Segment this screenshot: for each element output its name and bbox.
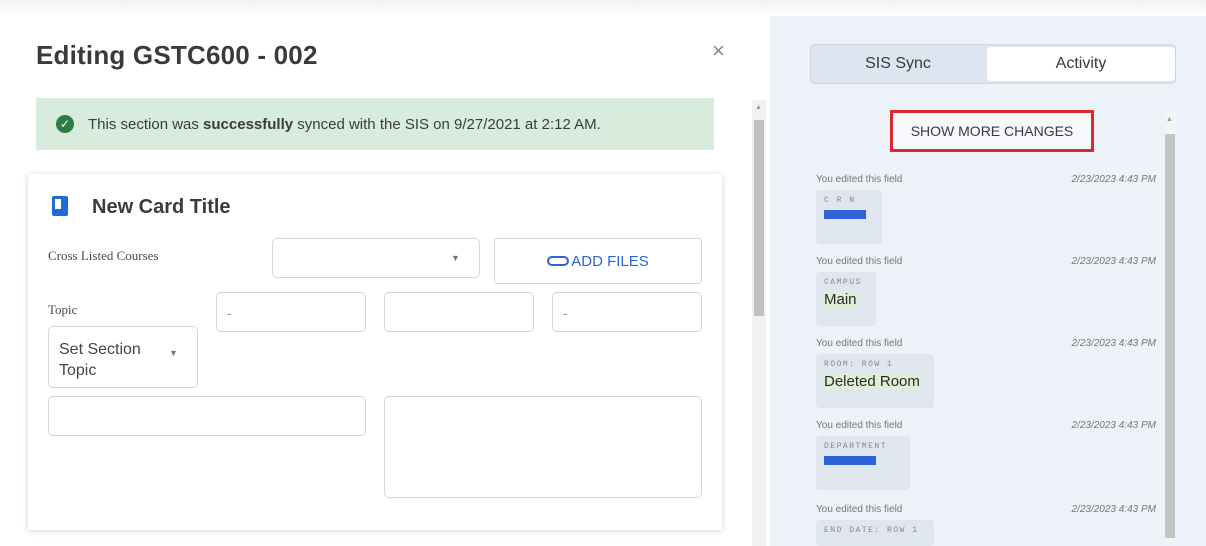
- entry-action: You edited this field: [816, 504, 903, 515]
- entry-action: You edited this field: [816, 420, 903, 431]
- field-change-chip: DEPARTMENT: [816, 436, 910, 490]
- activity-panel: SIS Sync Activity SHOW MORE CHANGES ▲ Yo…: [770, 16, 1206, 546]
- book-icon: [52, 196, 68, 216]
- field-value: Deleted Room: [824, 373, 920, 390]
- entry-action: You edited this field: [816, 256, 903, 267]
- topic-label: Topic: [48, 302, 78, 317]
- redacted-value: [824, 210, 866, 219]
- scroll-up-icon[interactable]: ▲: [1166, 116, 1173, 123]
- textarea[interactable]: [384, 396, 702, 498]
- tab-activity[interactable]: Activity: [987, 47, 1175, 81]
- top-shade: [0, 0, 1206, 16]
- feed-scroll-thumb[interactable]: [1165, 134, 1175, 538]
- chevron-down-icon: ▼: [451, 253, 460, 263]
- banner-text-pre: This section was: [88, 115, 204, 133]
- field-change-chip: C R N: [816, 190, 882, 244]
- field-name: ROOM: ROW 1: [824, 360, 894, 369]
- activity-entry-header: You edited this field 2/23/2023 4:43 PM: [816, 174, 1156, 185]
- panel-tabs: SIS Sync Activity: [810, 44, 1176, 84]
- text-input[interactable]: [48, 396, 366, 436]
- field-value: Main: [824, 291, 857, 308]
- entry-timestamp: 2/23/2023 4:43 PM: [1071, 174, 1156, 185]
- sync-success-banner: ✓ This section was successfully synced w…: [36, 98, 714, 150]
- topic-field-2[interactable]: [384, 292, 534, 332]
- entry-action: You edited this field: [816, 338, 903, 349]
- add-files-label: ADD FILES: [571, 252, 649, 270]
- card-title: New Card Title: [92, 196, 231, 218]
- activity-entry-header: You edited this field 2/23/2023 4:43 PM: [816, 256, 1156, 267]
- entry-timestamp: 2/23/2023 4:43 PM: [1071, 256, 1156, 267]
- show-more-changes-button[interactable]: SHOW MORE CHANGES: [890, 110, 1094, 152]
- chevron-down-icon: ▼: [169, 348, 178, 358]
- entry-timestamp: 2/23/2023 4:43 PM: [1071, 420, 1156, 431]
- feed-scrollbar[interactable]: ▲: [1164, 112, 1176, 542]
- modal-scroll-thumb[interactable]: [754, 120, 764, 316]
- activity-entry-header: You edited this field 2/23/2023 4:43 PM: [816, 504, 1156, 515]
- add-files-button[interactable]: ADD FILES: [494, 238, 702, 284]
- topic-field-3[interactable]: -: [552, 292, 702, 332]
- field-name: CAMPUS: [824, 278, 862, 287]
- tab-sis-sync[interactable]: SIS Sync: [811, 45, 985, 83]
- redacted-value: [824, 456, 876, 465]
- topic-field-1[interactable]: -: [216, 292, 366, 332]
- activity-entry-header: You edited this field 2/23/2023 4:43 PM: [816, 338, 1156, 349]
- field-name: END DATE: ROW 1: [824, 526, 919, 535]
- entry-timestamp: 2/23/2023 4:43 PM: [1071, 338, 1156, 349]
- cross-listed-label: Cross Listed Courses: [48, 248, 159, 263]
- close-icon[interactable]: ×: [712, 38, 725, 64]
- check-circle-icon: ✓: [56, 115, 74, 133]
- cross-listed-select[interactable]: ▼: [272, 238, 480, 278]
- field-change-chip: ROOM: ROW 1 Deleted Room: [816, 354, 934, 408]
- paperclip-icon: [547, 256, 570, 266]
- modal-scrollbar[interactable]: ▲: [752, 100, 766, 546]
- activity-entry-header: You edited this field 2/23/2023 4:43 PM: [816, 420, 1156, 431]
- banner-text-post: synced with the SIS on 9/27/2021 at 2:12…: [293, 115, 601, 133]
- field-change-chip: END DATE: ROW 1: [816, 520, 934, 546]
- section-card: New Card Title Cross Listed Courses ▼ AD…: [28, 174, 722, 530]
- entry-action: You edited this field: [816, 174, 903, 185]
- field-change-chip: CAMPUS Main: [816, 272, 876, 326]
- banner-text-bold: successfully: [203, 115, 294, 133]
- page-title: Editing GSTC600 - 002: [36, 40, 318, 70]
- edit-section-modal: Editing GSTC600 - 002 × ✓ This section w…: [0, 16, 770, 546]
- field-name: C R N: [824, 196, 856, 205]
- section-topic-value: Set Section Topic: [59, 341, 141, 379]
- section-topic-select[interactable]: Set Section Topic ▼: [48, 326, 198, 388]
- field-name: DEPARTMENT: [824, 442, 888, 451]
- scroll-up-icon[interactable]: ▲: [755, 104, 762, 111]
- entry-timestamp: 2/23/2023 4:43 PM: [1071, 504, 1156, 515]
